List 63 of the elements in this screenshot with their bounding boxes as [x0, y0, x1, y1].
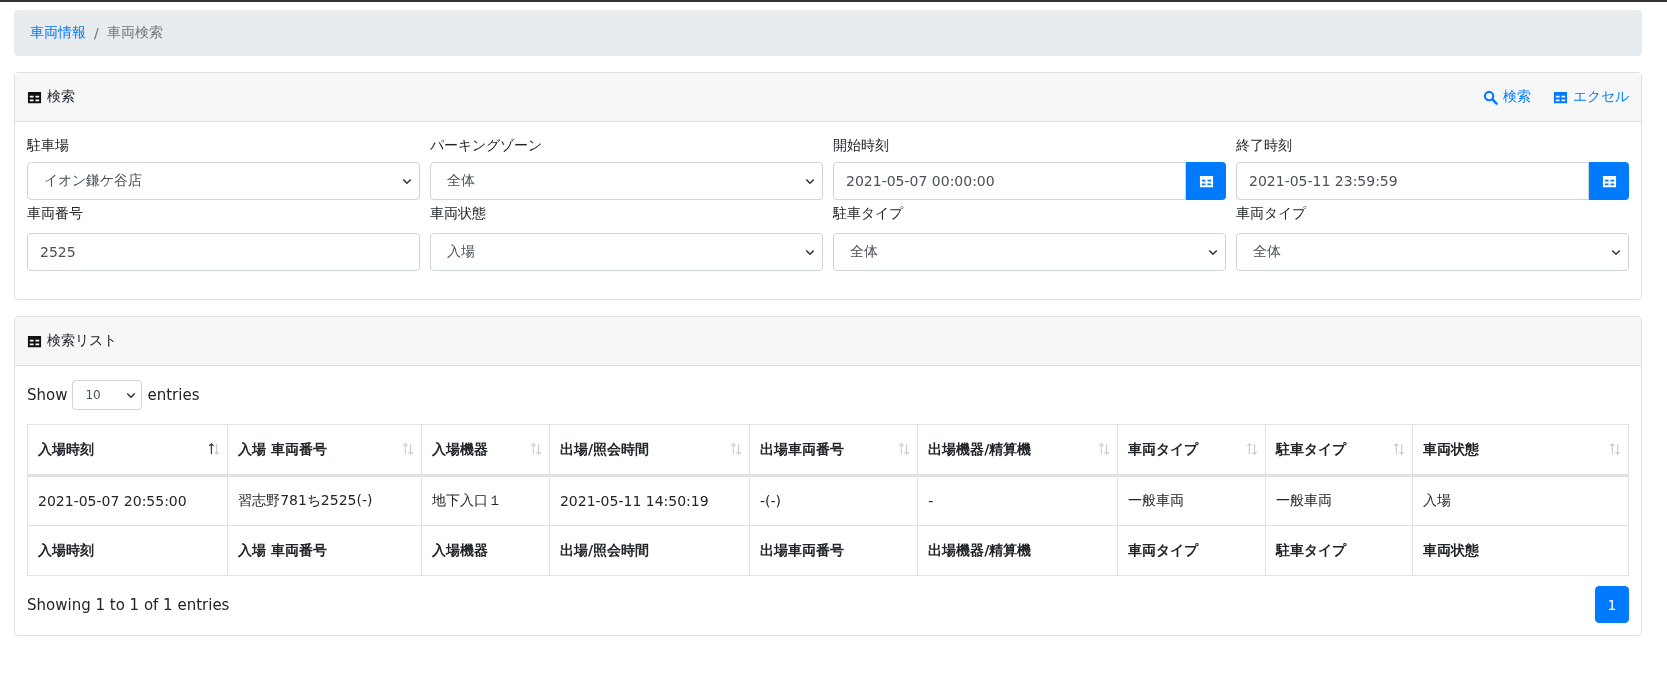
- column-header[interactable]: 車両状態: [1412, 424, 1629, 476]
- column-footer: 入場 車両番号: [227, 525, 422, 576]
- table-icon: [1601, 173, 1617, 189]
- select-field[interactable]: イオン鎌ケ谷店: [27, 162, 420, 200]
- select-field[interactable]: 全体: [430, 162, 823, 200]
- table-cell: -: [917, 475, 1118, 526]
- field-label: 駐車タイプ: [833, 204, 905, 223]
- column-header[interactable]: 入場時刻: [27, 424, 228, 476]
- date-input-field[interactable]: 2021-05-07 00:00:00: [833, 162, 1186, 200]
- column-header[interactable]: 入場機器: [421, 424, 550, 476]
- table-icon: [1553, 89, 1568, 105]
- column-header[interactable]: 出場車両番号: [749, 424, 918, 476]
- page-button[interactable]: 1: [1595, 586, 1629, 623]
- select-field[interactable]: 全体: [833, 233, 1226, 271]
- column-header[interactable]: 入場 車両番号: [227, 424, 422, 476]
- table-icon: [1198, 173, 1214, 189]
- column-footer: 車両タイプ: [1117, 525, 1266, 576]
- table-cell: 地下入口１: [421, 475, 550, 526]
- select-field[interactable]: 入場: [430, 233, 823, 271]
- field-label: 終了時刻: [1236, 136, 1293, 155]
- table-icon: [27, 89, 42, 105]
- search-icon: [1483, 89, 1498, 105]
- field-label: 車両番号: [27, 204, 84, 223]
- search-link[interactable]: 検索: [1483, 88, 1531, 106]
- column-header[interactable]: 出場/照会時間: [549, 424, 750, 476]
- card-title: 検索リスト: [47, 332, 117, 350]
- column-header[interactable]: 出場機器/精算機: [917, 424, 1118, 476]
- field-label: 開始時刻: [833, 136, 890, 155]
- column-header[interactable]: 駐車タイプ: [1265, 424, 1413, 476]
- table-cell: 習志野781ち2525(-): [227, 475, 422, 526]
- field-label: 車両タイプ: [1236, 204, 1308, 223]
- select-field[interactable]: 全体: [1236, 233, 1629, 271]
- calendar-button[interactable]: [1589, 162, 1629, 200]
- column-footer: 入場機器: [421, 525, 550, 576]
- breadcrumb-current: 車両検索: [106, 24, 163, 42]
- table-cell: -(-): [749, 475, 918, 526]
- breadcrumb-separator: /: [94, 25, 99, 41]
- table-cell: 2021-05-11 14:50:19: [549, 475, 750, 526]
- column-footer: 出場/照会時間: [549, 525, 750, 576]
- excel-link[interactable]: エクセル: [1553, 88, 1629, 106]
- table-info: Showing 1 to 1 of 1 entries: [27, 595, 230, 614]
- column-footer: 出場機器/精算機: [917, 525, 1118, 576]
- show-label: Show: [27, 386, 68, 404]
- table-cell: 一般車両: [1117, 475, 1266, 526]
- input-field[interactable]: 2525: [27, 233, 420, 271]
- date-input-field[interactable]: 2021-05-11 23:59:59: [1236, 162, 1589, 200]
- field-label: 駐車場: [27, 136, 70, 155]
- column-header[interactable]: 車両タイプ: [1117, 424, 1266, 476]
- table-cell: 2021-05-07 20:55:00: [27, 475, 228, 526]
- field-label: パーキングゾーン: [430, 136, 543, 155]
- column-footer: 入場時刻: [27, 525, 228, 576]
- field-label: 車両状態: [430, 204, 487, 223]
- column-footer: 出場車両番号: [749, 525, 918, 576]
- calendar-button[interactable]: [1186, 162, 1226, 200]
- table-icon: [27, 333, 42, 349]
- column-footer: 駐車タイプ: [1265, 525, 1413, 576]
- table-cell: 一般車両: [1265, 475, 1413, 526]
- table-cell: 入場: [1412, 475, 1629, 526]
- entries-label: entries: [147, 386, 200, 404]
- page-size-select[interactable]: 10: [72, 380, 143, 410]
- column-footer: 車両状態: [1412, 525, 1629, 576]
- breadcrumb-link[interactable]: 車両情報: [30, 24, 86, 42]
- card-title: 検索: [47, 88, 75, 106]
